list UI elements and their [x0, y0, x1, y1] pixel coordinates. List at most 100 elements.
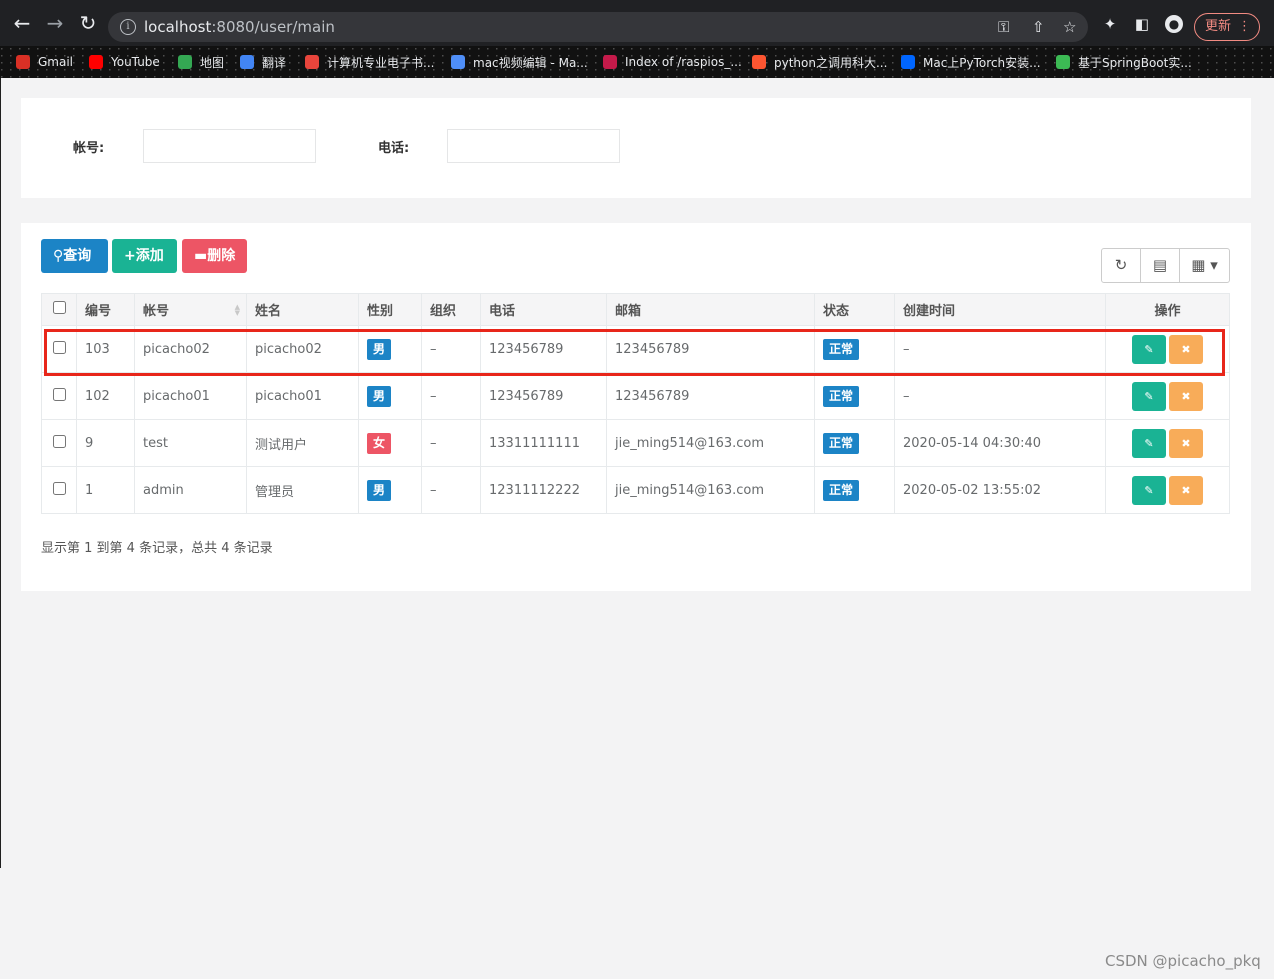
trash-icon: ▬ [194, 248, 208, 264]
bookmark-item[interactable]: Gmail [16, 53, 73, 71]
table-header-row: 编号 帐号 ▲ ▼ 姓名 性别 组织 电话 邮箱 状态 创建时间 操作 [41, 293, 1230, 326]
cell-org: – [421, 466, 481, 514]
browser-chrome: ← → ↻ i localhost:8080/user/main ⚿ ⇧ ☆ ✦… [0, 0, 1274, 78]
col-account[interactable]: 帐号 ▲ ▼ [134, 293, 247, 326]
cell-account: picacho02 [134, 325, 247, 373]
cell-org: – [421, 419, 481, 467]
cell-account: admin [134, 466, 247, 514]
cell-org: – [421, 372, 481, 420]
cell-phone: 123456789 [480, 325, 607, 373]
cell-phone: 12311112222 [480, 466, 607, 514]
cell-gender: 男 [358, 466, 422, 514]
update-label: 更新 [1205, 19, 1232, 34]
sort-icon[interactable]: ▲ ▼ [235, 304, 240, 317]
toggle-view-icon[interactable]: ▤ [1141, 249, 1180, 282]
status-badge: 正常 [823, 479, 860, 501]
plus-icon: + [124, 248, 136, 264]
bookmark-item[interactable]: 计算机专业电子书... [305, 53, 434, 71]
star-icon[interactable]: ☆ [1063, 18, 1076, 36]
sidepanel-icon[interactable]: ◧ [1133, 15, 1151, 33]
cell-account: picacho01 [134, 372, 247, 420]
cell-id: 1 [76, 466, 135, 514]
bookmarks-bar: Gmail YouTube 地图 翻译 计算机专业电子书... mac视频编辑 - Ma.… [0, 46, 1274, 78]
phone-input[interactable] [447, 129, 620, 163]
share-icon[interactable]: ⇧ [1032, 18, 1045, 36]
edit-icon[interactable]: ✎ [1132, 428, 1166, 458]
back-icon[interactable]: ← [11, 12, 33, 34]
table-row[interactable]: 9 test 测试用户女 –13311111111 jie_ming514@163.co… [41, 419, 1230, 467]
bookmark-item[interactable]: 翻译 [240, 53, 286, 71]
cell-actions: ✎ ✖ [1105, 466, 1230, 514]
bookmark-item[interactable]: Mac上PyTorch安装... [901, 53, 1041, 71]
col-name[interactable]: 姓名 [246, 293, 359, 326]
bookmark-label: Gmail [38, 55, 74, 69]
col-status[interactable]: 状态 [814, 293, 895, 326]
reload-icon[interactable]: ↻ [77, 12, 99, 34]
remove-icon[interactable]: ✖ [1169, 475, 1203, 505]
ebook-icon [305, 55, 319, 69]
edit-icon[interactable]: ✎ [1132, 381, 1166, 411]
bookmark-item[interactable]: python之调用科大... [752, 53, 887, 71]
site-info-icon[interactable]: i [120, 19, 136, 35]
table-row[interactable]: 103 picacho02 picacho02 男 –123456789 12345678… [41, 325, 1230, 373]
bookmark-item[interactable]: 基于SpringBoot实... [1056, 53, 1192, 71]
bookmark-item[interactable]: 地图 [178, 53, 224, 71]
cell-actions: ✎ ✖ [1105, 419, 1230, 467]
mac-video-icon [451, 55, 465, 69]
user-table: 编号 帐号 ▲ ▼ 姓名 性别 组织 电话 邮箱 状态 创建时间 操作 103 pic… [41, 293, 1230, 514]
delete-button[interactable]: ▬删除 [182, 239, 247, 273]
edit-icon[interactable]: ✎ [1132, 475, 1166, 505]
bookmark-item[interactable]: mac视频编辑 - Ma... [451, 53, 588, 71]
row-checkbox[interactable] [52, 340, 66, 354]
profile-icon[interactable]: ● [1165, 15, 1183, 33]
add-button[interactable]: +添加 [112, 239, 177, 273]
table-row[interactable]: 102 picacho01 picacho01 男 –123456789 12345678… [41, 372, 1230, 420]
remove-icon[interactable]: ✖ [1169, 381, 1203, 411]
account-input[interactable] [143, 129, 316, 163]
phone-label: 电话: [378, 141, 410, 156]
pagination-info: 显示第 1 到第 4 条记录，总共 4 条记录 [41, 541, 273, 556]
cell-name: picacho01 [246, 372, 359, 420]
raspberry-icon [603, 55, 617, 69]
update-button[interactable]: 更新 ⋮ [1194, 13, 1260, 41]
watermark: CSDN @picacho_pkq [1105, 952, 1261, 970]
table-row[interactable]: 1 admin 管理员男 –12311112222 jie_ming514@163.co… [41, 466, 1230, 514]
col-gender[interactable]: 性别 [358, 293, 422, 326]
youtube-icon [89, 55, 103, 69]
query-button[interactable]: ⚲查询 [41, 239, 108, 273]
address-bar[interactable]: i localhost:8080/user/main ⚿ ⇧ ☆ [108, 12, 1088, 42]
cell-account: test [134, 419, 247, 467]
cell-created: 2020-05-02 13:55:02 [894, 466, 1106, 514]
status-badge: 正常 [823, 338, 860, 360]
col-org[interactable]: 组织 [421, 293, 481, 326]
col-email[interactable]: 邮箱 [606, 293, 815, 326]
bookmark-label: YouTube [111, 55, 160, 69]
url-text[interactable]: localhost:8080/user/main [144, 18, 335, 36]
account-label: 帐号: [73, 141, 105, 156]
cell-status: 正常 [814, 325, 895, 373]
columns-icon[interactable]: ▦ ▾ [1180, 249, 1229, 282]
bookmark-item[interactable]: YouTube [89, 53, 160, 71]
remove-icon[interactable]: ✖ [1169, 334, 1203, 364]
refresh-icon[interactable]: ↻ [1102, 249, 1141, 282]
row-checkbox[interactable] [52, 387, 66, 401]
extensions-icon[interactable]: ✦ [1101, 15, 1119, 33]
col-created[interactable]: 创建时间 [894, 293, 1106, 326]
bookmark-label: 基于SpringBoot实... [1078, 55, 1192, 70]
cell-status: 正常 [814, 466, 895, 514]
bookmark-label: 翻译 [262, 55, 287, 70]
col-actions: 操作 [1105, 293, 1230, 326]
row-checkbox[interactable] [52, 434, 66, 448]
forward-icon[interactable]: → [44, 12, 66, 34]
col-phone[interactable]: 电话 [480, 293, 607, 326]
col-id[interactable]: 编号 [76, 293, 135, 326]
row-checkbox[interactable] [52, 481, 66, 495]
cell-status: 正常 [814, 419, 895, 467]
key-icon[interactable]: ⚿ [998, 18, 1009, 36]
select-all-checkbox[interactable] [52, 301, 66, 314]
search-icon: ⚲ [53, 248, 64, 264]
cell-phone: 13311111111 [480, 419, 607, 467]
edit-icon[interactable]: ✎ [1132, 334, 1166, 364]
remove-icon[interactable]: ✖ [1169, 428, 1203, 458]
bookmark-item[interactable]: Index of /raspios_... [603, 53, 742, 71]
